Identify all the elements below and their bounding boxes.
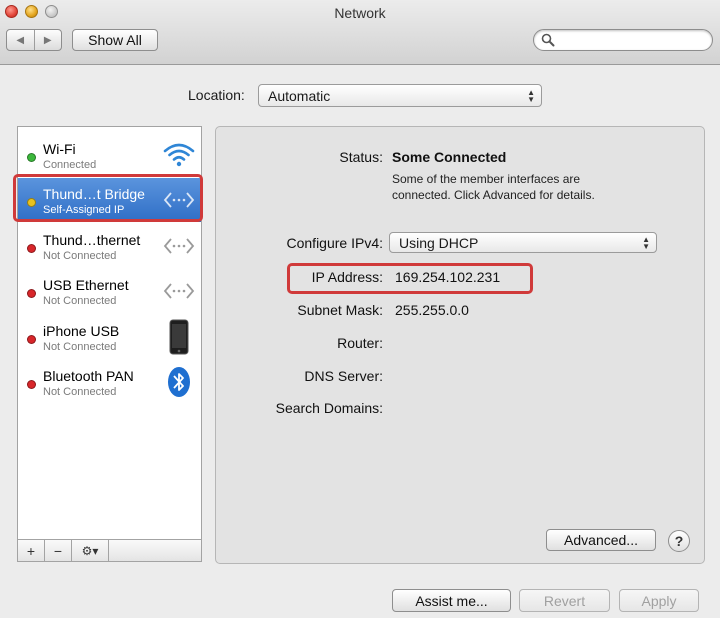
bluetooth-icon [168,367,190,397]
iphone-icon [169,319,189,355]
ethernet-arrows-icon [163,283,195,299]
gear-icon: ⚙▾ [81,543,99,558]
apply-button[interactable]: Apply [619,589,699,612]
service-iphone-usb[interactable]: iPhone USB Not Connected [18,315,201,359]
status-value: Some Connected [392,149,507,165]
assist-me-button[interactable]: Assist me... [392,589,511,612]
service-name: Bluetooth PAN [43,368,134,384]
configure-ipv4-value: Using DHCP [399,234,479,251]
service-name: Wi-Fi [43,141,76,157]
status-dot [27,153,36,162]
back-arrow-icon: ◀ [16,34,25,46]
status-dot [27,380,36,389]
service-list-controls: + − ⚙▾ [17,540,202,562]
service-thunderbolt-ethernet[interactable]: Thund…thernet Not Connected [18,224,201,268]
remove-service-button[interactable]: − [45,540,72,561]
service-name: iPhone USB [43,323,120,339]
service-status: Not Connected [43,250,117,262]
help-button[interactable]: ? [668,530,690,552]
ethernet-arrows-icon [163,238,195,254]
service-wifi[interactable]: Wi-Fi Connected [18,133,201,177]
status-label: Status: [339,149,383,165]
revert-button[interactable]: Revert [519,589,610,612]
search-domains-label: Search Domains: [275,400,383,416]
service-list: Wi-Fi Connected Thund…t Bridge Self-Assi… [17,126,202,540]
configure-ipv4-label: Configure IPv4: [286,235,384,251]
location-popup[interactable]: Automatic ▲ ▼ [258,84,542,107]
forward-button[interactable]: ▶ [33,30,62,50]
status-dot [27,244,36,253]
service-bluetooth-pan[interactable]: Bluetooth PAN Not Connected [18,360,201,404]
subnet-mask-value: 255.255.0.0 [395,302,469,318]
service-status: Not Connected [43,295,117,307]
status-note: Some of the member interfaces are connec… [392,172,595,202]
wifi-icon [163,143,195,167]
service-status: Connected [43,159,97,171]
magnifier-icon [541,33,555,47]
service-name: Thund…thernet [43,232,141,248]
router-label: Router: [337,335,383,351]
action-menu-button[interactable]: ⚙▾ [72,540,109,561]
service-usb-ethernet[interactable]: USB Ethernet Not Connected [18,269,201,313]
service-status: Self-Assigned IP [43,204,125,216]
popup-arrows-icon: ▲ ▼ [642,234,650,251]
location-label: Location: [188,87,245,103]
service-thunderbolt-bridge[interactable]: Thund…t Bridge Self-Assigned IP [18,178,201,222]
window-title: Network [334,5,386,21]
ethernet-arrows-icon [163,192,195,208]
configure-ipv4-popup[interactable]: Using DHCP ▲ ▼ [389,232,657,253]
search-input[interactable] [558,32,703,48]
status-dot [27,335,36,344]
back-button[interactable]: ◀ [7,30,34,50]
status-dot [27,289,36,298]
show-all-button[interactable]: Show All [72,29,158,51]
ip-address-label: IP Address: [311,269,383,285]
add-service-button[interactable]: + [18,540,45,561]
ip-address-value: 169.254.102.231 [395,269,501,285]
service-status: Not Connected [43,341,117,353]
service-status: Not Connected [43,386,117,398]
dns-server-label: DNS Server: [304,368,383,384]
back-forward-control: ◀ ▶ [6,29,62,51]
advanced-button[interactable]: Advanced... [546,529,656,551]
popup-arrows-icon: ▲ ▼ [527,87,535,104]
location-value: Automatic [268,87,331,104]
service-name: Thund…t Bridge [43,186,145,202]
forward-arrow-icon: ▶ [43,34,52,46]
search-field[interactable] [533,29,713,51]
status-dot [27,198,36,207]
subnet-mask-label: Subnet Mask: [297,302,383,318]
service-name: USB Ethernet [43,277,129,293]
